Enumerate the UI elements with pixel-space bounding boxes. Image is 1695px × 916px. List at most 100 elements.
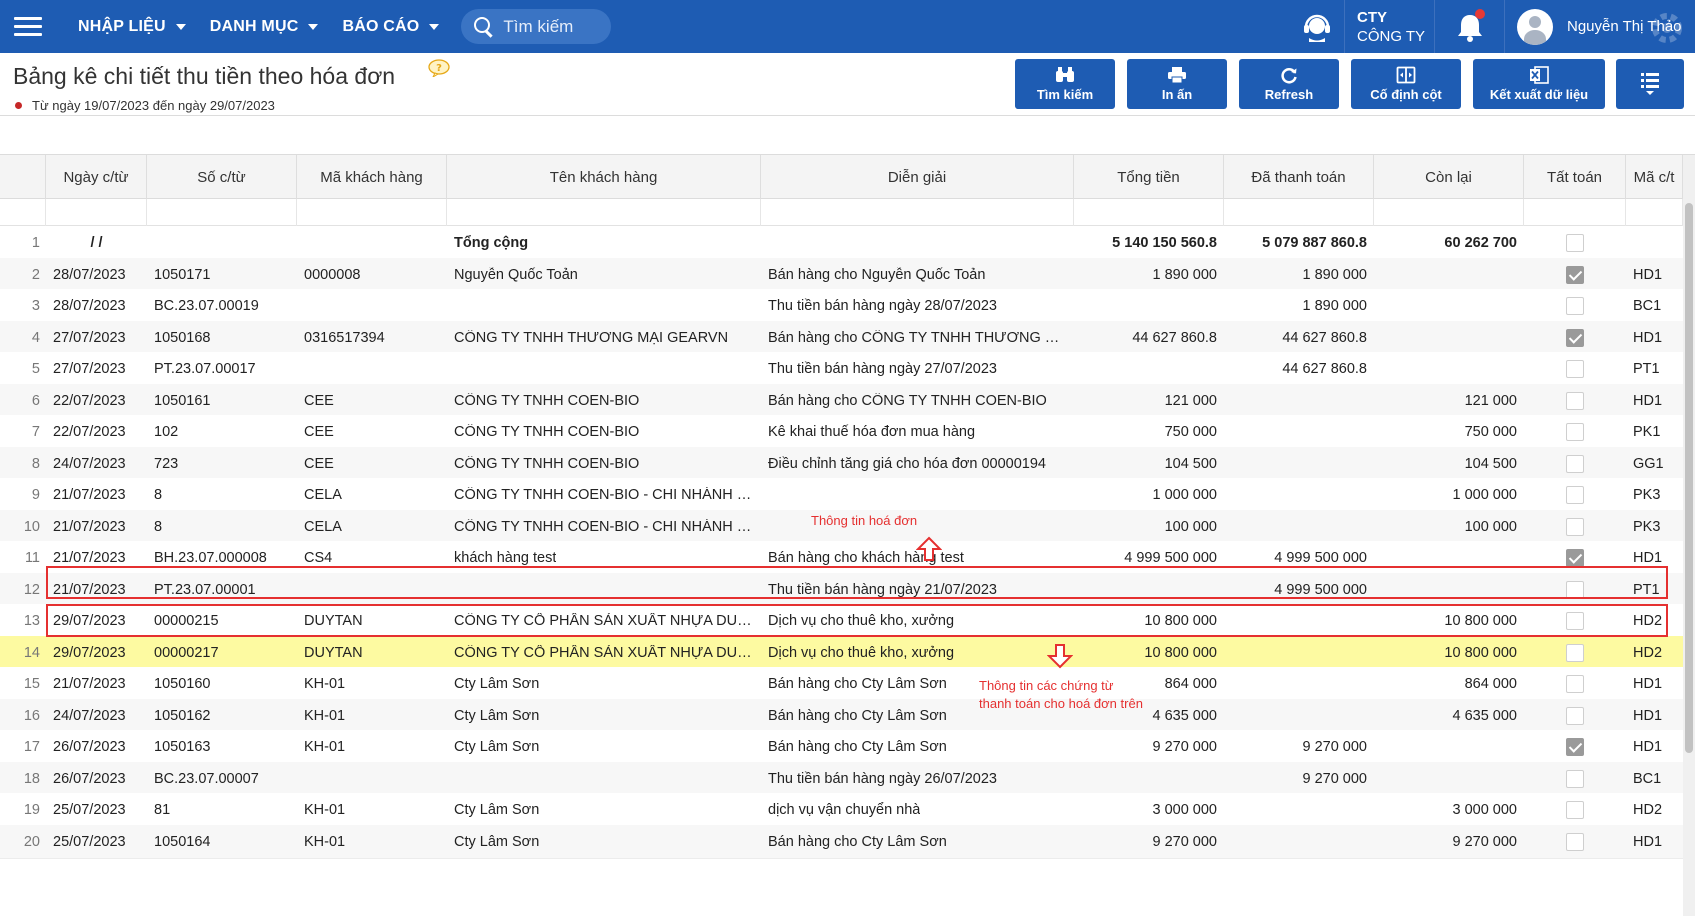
global-search[interactable] bbox=[461, 9, 612, 44]
settled-checkbox[interactable] bbox=[1566, 675, 1584, 693]
settled-checkbox[interactable] bbox=[1566, 423, 1584, 441]
settled-checkbox[interactable] bbox=[1566, 517, 1584, 536]
invoice-annotation-text: Thông tin hoá đơn bbox=[811, 513, 918, 528]
cell-desc: Điều chỉnh tăng giá cho hóa đơn 00000194 bbox=[761, 447, 1074, 481]
settled-checkbox[interactable] bbox=[1566, 706, 1584, 725]
support-icon[interactable] bbox=[1289, 0, 1345, 53]
settled-checkbox[interactable] bbox=[1566, 454, 1584, 473]
cell-paid bbox=[1224, 604, 1374, 638]
settled-checkbox[interactable] bbox=[1566, 643, 1584, 662]
column-header[interactable]: Ngày c/từ bbox=[46, 155, 147, 199]
table-row[interactable]: 4 27/07/2023 1050168 0316517394 CÔNG TY TNHH… bbox=[0, 320, 1683, 355]
cell-total: 750 000 bbox=[1074, 415, 1224, 449]
help-icon[interactable]: ? bbox=[428, 59, 450, 77]
column-filter-cell[interactable] bbox=[1074, 199, 1224, 226]
table-row[interactable]: 11 21/07/2023 BH.23.07.000008 CS4 khách hàng… bbox=[0, 541, 1683, 575]
menu-nhap-lieu[interactable]: NHẬP LIỆU bbox=[56, 0, 200, 53]
settled-checkbox[interactable] bbox=[1566, 360, 1584, 378]
column-filter-cell[interactable] bbox=[761, 199, 1074, 226]
cell-date: 26/07/2023 bbox=[46, 762, 147, 796]
settled-checkbox[interactable] bbox=[1566, 391, 1584, 410]
column-filter-cell[interactable] bbox=[1374, 199, 1524, 226]
cell-settled bbox=[1524, 384, 1626, 418]
hamburger-menu-icon[interactable] bbox=[0, 0, 56, 53]
settled-checkbox[interactable] bbox=[1566, 549, 1584, 567]
cell-type: HD1 bbox=[1626, 667, 1683, 701]
cell-num: 18 bbox=[0, 762, 46, 796]
freeze-columns-button[interactable]: Cố định cột bbox=[1351, 59, 1461, 109]
export-data-button[interactable]: Kết xuất dữ liệu bbox=[1473, 59, 1605, 109]
table-row[interactable]: 6 22/07/2023 1050161 CEE CÔNG TY TNHH COEN-B… bbox=[0, 383, 1683, 418]
table-row[interactable]: 15 21/07/2023 1050160 KH-01 Cty Lâm Sơn Bán h… bbox=[0, 667, 1683, 701]
settled-checkbox[interactable] bbox=[1566, 234, 1584, 252]
menu-danh-muc[interactable]: DANH MỤC bbox=[200, 0, 333, 53]
menu-bao-cao[interactable]: BÁO CÁO bbox=[332, 0, 453, 53]
cell-text: 4 635 000 bbox=[1152, 707, 1217, 724]
column-header[interactable]: Tổng tiền bbox=[1074, 155, 1224, 199]
settled-checkbox[interactable] bbox=[1566, 832, 1584, 851]
table-row[interactable]: 7 22/07/2023 102 CEE CÔNG TY TNHH COEN-BIO Kê… bbox=[0, 415, 1683, 449]
cell-text: 4 999 500 000 bbox=[1274, 581, 1367, 598]
notification-bell-icon[interactable] bbox=[1435, 0, 1505, 53]
settled-checkbox[interactable] bbox=[1566, 328, 1584, 347]
cell-doc: 723 bbox=[147, 447, 297, 481]
column-header[interactable]: Tất toán bbox=[1524, 155, 1626, 199]
column-header[interactable]: Đã thanh toán bbox=[1224, 155, 1374, 199]
table-row[interactable]: 17 26/07/2023 1050163 KH-01 Cty Lâm Sơn Bán h… bbox=[0, 730, 1683, 764]
table-row[interactable]: 16 24/07/2023 1050162 KH-01 Cty Lâm Sơn Bán h… bbox=[0, 698, 1683, 733]
search-button[interactable]: Tìm kiếm bbox=[1015, 59, 1115, 109]
column-filter-cell[interactable] bbox=[1626, 199, 1683, 226]
column-header[interactable]: Diễn giải bbox=[761, 155, 1074, 199]
column-filter-cell[interactable] bbox=[46, 199, 147, 226]
column-filter-cell[interactable] bbox=[447, 199, 761, 226]
table-row[interactable]: 18 26/07/2023 BC.23.07.00007 Thu tiền bán h… bbox=[0, 761, 1683, 796]
settled-checkbox[interactable] bbox=[1566, 297, 1584, 315]
column-header[interactable]: Mã khách hàng bbox=[297, 155, 447, 199]
settled-checkbox[interactable] bbox=[1566, 769, 1584, 788]
table-row[interactable]: 12 21/07/2023 PT.23.07.00001 Thu tiền bán h… bbox=[0, 572, 1683, 607]
search-input[interactable] bbox=[503, 16, 604, 37]
user-menu[interactable]: Nguyễn Thị Thảo bbox=[1505, 0, 1695, 53]
cell-text: 1050164 bbox=[154, 833, 211, 850]
settled-checkbox[interactable] bbox=[1566, 612, 1584, 630]
column-header[interactable]: Số c/từ bbox=[147, 155, 297, 199]
settled-checkbox[interactable] bbox=[1566, 265, 1584, 284]
settled-checkbox[interactable] bbox=[1566, 486, 1584, 504]
settled-checkbox[interactable] bbox=[1566, 580, 1584, 599]
column-filter-cell[interactable] bbox=[1524, 199, 1626, 226]
total-row[interactable]: 1 / / Tổng cộng 5 140 150 560.8 5 079 887 86… bbox=[0, 226, 1683, 260]
table-row[interactable]: 9 21/07/2023 8 CELA CÔNG TY TNHH COEN-BIO - … bbox=[0, 478, 1683, 512]
cell-text: HD1 bbox=[1633, 739, 1663, 755]
cell-cust-name: CÔNG TY TNHH THƯƠNG MẠI GEARVN bbox=[447, 321, 761, 355]
table-row[interactable]: 13 29/07/2023 00000215 DUYTAN CÔNG TY CỔ PHẦ… bbox=[0, 604, 1683, 638]
cell-settled bbox=[1524, 258, 1626, 292]
print-button[interactable]: In ấn bbox=[1127, 59, 1227, 109]
settled-checkbox[interactable] bbox=[1566, 738, 1584, 756]
column-filter-cell[interactable] bbox=[297, 199, 447, 226]
refresh-button[interactable]: Refresh bbox=[1239, 59, 1339, 109]
cell-paid: 44 627 860.8 bbox=[1224, 352, 1374, 386]
table-row[interactable]: 5 27/07/2023 PT.23.07.00017 Thu tiền bán hà… bbox=[0, 352, 1683, 386]
vertical-scrollbar[interactable] bbox=[1683, 155, 1695, 916]
column-filter-cell[interactable] bbox=[147, 199, 297, 226]
scrollbar-thumb[interactable] bbox=[1685, 203, 1693, 753]
column-filter-cell[interactable] bbox=[1224, 199, 1374, 226]
more-options-button[interactable] bbox=[1616, 59, 1684, 109]
chevron-down-icon bbox=[308, 23, 319, 30]
column-header[interactable]: Tên khách hàng bbox=[447, 155, 761, 199]
table-row[interactable]: 14 29/07/2023 00000217 DUYTAN CÔNG TY CỔ PHẦ… bbox=[0, 635, 1683, 670]
settled-checkbox[interactable] bbox=[1566, 801, 1584, 819]
company-selector[interactable]: CTY CÔNG TY bbox=[1345, 0, 1435, 53]
table-row[interactable]: 20 25/07/2023 1050164 KH-01 Cty Lâm Sơn Bán h… bbox=[0, 824, 1683, 859]
column-header[interactable]: Mã c/t bbox=[1626, 155, 1683, 199]
table-row[interactable]: 3 28/07/2023 BC.23.07.00019 Thu tiền bán hà… bbox=[0, 289, 1683, 323]
column-header[interactable]: Còn lại bbox=[1374, 155, 1524, 199]
table-row[interactable]: 8 24/07/2023 723 CEE CÔNG TY TNHH COEN-BIO Đi… bbox=[0, 446, 1683, 481]
cell-remain: 4 635 000 bbox=[1374, 699, 1524, 733]
table-row[interactable]: 19 25/07/2023 81 KH-01 Cty Lâm Sơn dịch vụ vậ… bbox=[0, 793, 1683, 827]
table-row[interactable]: 2 28/07/2023 1050171 0000008 Nguyễn Quốc Toả… bbox=[0, 257, 1683, 292]
cell-desc: Kê khai thuế hóa đơn mua hàng bbox=[761, 415, 1074, 449]
cell-text: 10 800 000 bbox=[1444, 644, 1517, 661]
cell-text: 60 262 700 bbox=[1444, 235, 1517, 251]
cell-date: 29/07/2023 bbox=[46, 604, 147, 638]
